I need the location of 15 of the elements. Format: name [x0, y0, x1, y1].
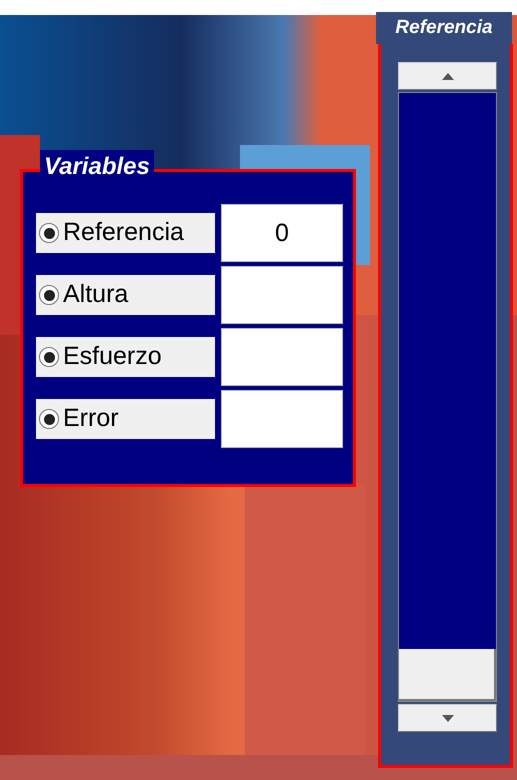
radio-button[interactable]: Altura: [36, 275, 215, 315]
slider-thumb[interactable]: [399, 649, 496, 701]
panel-title: Referencia: [376, 12, 512, 44]
up-arrow-icon: [442, 72, 454, 80]
scroll-up-button[interactable]: [398, 62, 497, 90]
value-field[interactable]: [221, 390, 343, 448]
value-field[interactable]: 0: [221, 204, 343, 262]
value-field[interactable]: [221, 328, 343, 386]
value-field[interactable]: [221, 266, 343, 324]
slider-track[interactable]: [398, 92, 497, 702]
down-arrow-icon: [442, 714, 454, 722]
radio-button[interactable]: Referencia: [36, 213, 215, 253]
scroll-down-button[interactable]: [398, 704, 497, 732]
radio-button[interactable]: Esfuerzo: [36, 337, 215, 377]
radio-button[interactable]: Error: [36, 399, 215, 439]
